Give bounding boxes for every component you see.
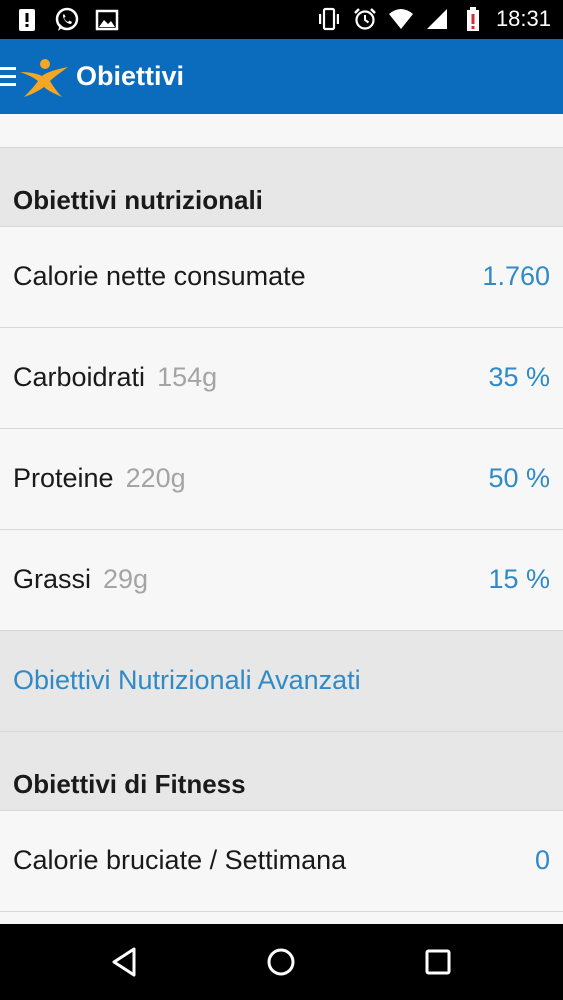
goal-grams: 220g	[125, 463, 186, 493]
goal-percentage: 15 %	[488, 564, 550, 594]
recent-apps-icon[interactable]	[420, 944, 456, 980]
back-icon[interactable]	[106, 944, 142, 980]
nutrition-header-label: Obiettivi nutrizionali	[13, 185, 263, 215]
goal-label: Proteine 220g	[13, 463, 186, 493]
goals-list: Obiettivi nutrizionali Calorie nette con…	[0, 114, 563, 912]
system-navigation-bar	[0, 924, 563, 1000]
goal-row-calories-burned[interactable]: Calorie bruciate / Settimana 0	[0, 811, 563, 912]
goal-value: 1.760	[482, 261, 550, 291]
alert-icon	[19, 9, 35, 31]
goal-grams: 154g	[157, 362, 218, 392]
page-title: Obiettivi	[76, 61, 185, 91]
fitness-section-header: Obiettivi di Fitness	[0, 732, 563, 811]
alarm-icon	[354, 8, 376, 30]
goal-percentage: 50 %	[488, 463, 550, 493]
status-bar: 18:31	[0, 0, 563, 39]
status-time: 18:31	[495, 6, 551, 31]
whatsapp-icon	[55, 7, 79, 31]
goal-label: Grassi 29g	[13, 564, 149, 594]
signal-icon	[426, 9, 447, 29]
goal-label: Carboidrati 154g	[13, 362, 218, 392]
app-logo-icon[interactable]	[18, 55, 70, 99]
goal-label: Calorie nette consumate	[13, 261, 306, 291]
battery-low-icon	[466, 7, 479, 31]
goal-grams: 29g	[103, 564, 149, 594]
top-spacer	[0, 114, 563, 148]
goal-percentage: 35 %	[488, 362, 550, 392]
goal-row-net-calories[interactable]: Calorie nette consumate 1.760	[0, 227, 563, 328]
goal-label: Calorie bruciate / Settimana	[13, 845, 347, 875]
fitness-header-label: Obiettivi di Fitness	[13, 769, 246, 799]
goal-row-carbohydrates[interactable]: Carboidrati 154g 35 %	[0, 328, 563, 429]
hamburger-menu-icon[interactable]	[0, 67, 16, 87]
nutrition-section-header: Obiettivi nutrizionali	[0, 148, 563, 227]
vibrate-icon	[318, 7, 339, 31]
home-icon[interactable]	[263, 944, 299, 980]
advanced-nutrition-goals-label: Obiettivi Nutrizionali Avanzati	[13, 665, 361, 695]
app-bar: Obiettivi	[0, 39, 563, 114]
goal-row-fat[interactable]: Grassi 29g 15 %	[0, 530, 563, 631]
image-icon	[95, 9, 119, 31]
goal-value: 0	[534, 845, 550, 875]
advanced-nutrition-goals-link[interactable]: Obiettivi Nutrizionali Avanzati	[0, 631, 563, 732]
wifi-icon	[388, 9, 413, 29]
goal-row-protein[interactable]: Proteine 220g 50 %	[0, 429, 563, 530]
